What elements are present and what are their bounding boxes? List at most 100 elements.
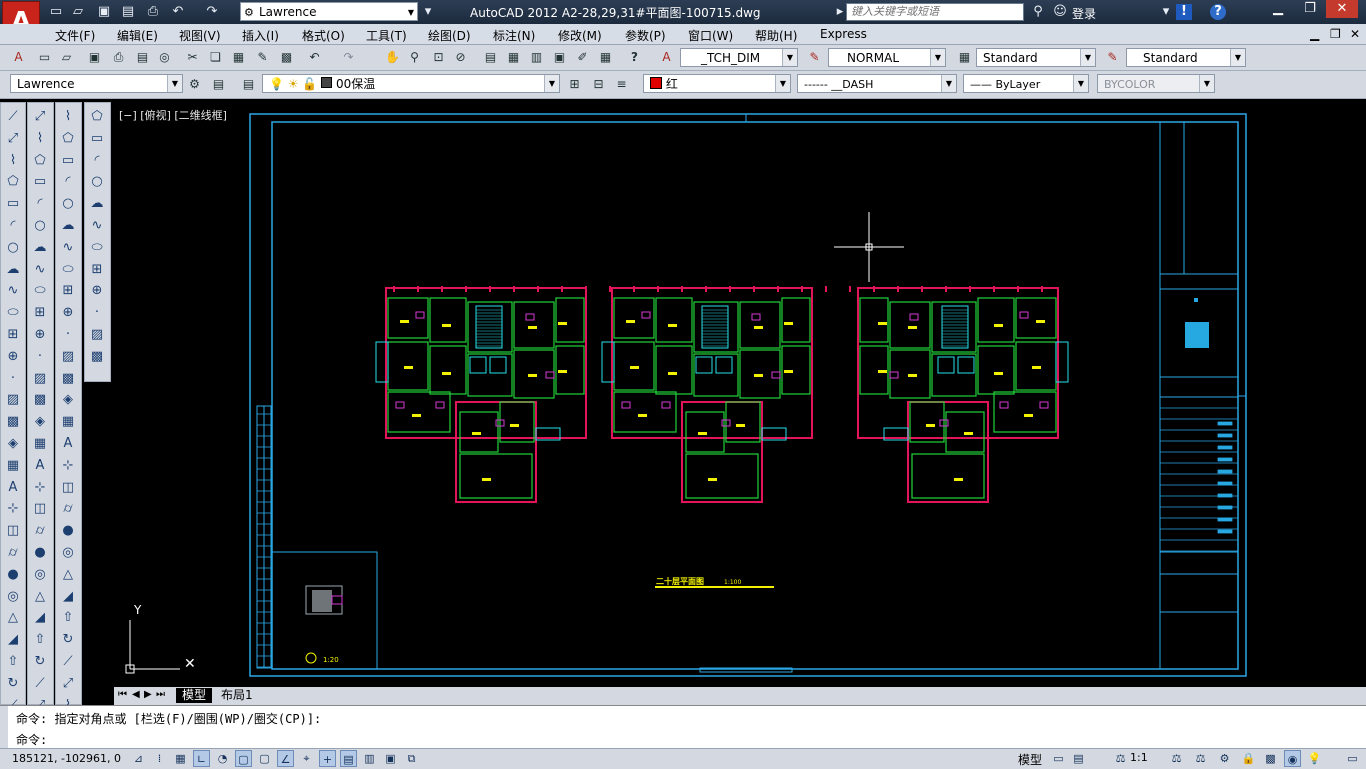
circle-icon[interactable]: ○ — [4, 239, 22, 257]
sphere-icon[interactable]: ● — [4, 566, 22, 584]
ellipse-icon[interactable]: ⬭ — [4, 304, 22, 322]
workspace-switch-icon[interactable]: ⚙ — [1216, 750, 1233, 767]
dimension-style-icon[interactable]: ✎ — [806, 49, 823, 66]
command-input[interactable] — [60, 729, 1354, 748]
construction-line-icon[interactable]: ⤢ — [59, 675, 77, 693]
dynamic-ucs-icon[interactable]: ⌖ — [298, 750, 315, 767]
paste-icon[interactable]: ▦ — [230, 49, 247, 66]
color-dropdown[interactable]: 红 ▼ — [643, 74, 791, 93]
lineweight-display-icon[interactable]: ▤ — [340, 750, 357, 767]
transparency-icon[interactable]: ▥ — [361, 750, 378, 767]
menu-parametric[interactable]: 参数(P) — [625, 27, 666, 44]
open-file-icon[interactable]: ▱ — [58, 49, 75, 66]
help-icon[interactable]: ? — [1210, 4, 1226, 20]
binoculars-icon[interactable]: ⚲ — [1030, 4, 1046, 20]
customize-icon[interactable]: ▤ — [210, 76, 227, 93]
quick-properties-icon[interactable]: ▣ — [382, 750, 399, 767]
redo-tb-icon[interactable]: ↷ — [340, 49, 357, 66]
spline-icon[interactable]: ∿ — [31, 261, 49, 279]
quickview-layouts-icon[interactable]: ▭ — [1050, 750, 1067, 767]
object-snap-icon[interactable]: ▢ — [235, 750, 252, 767]
user-icon[interactable]: ☺ — [1052, 4, 1068, 20]
extrude-icon[interactable]: ⇧ — [59, 609, 77, 627]
circle-icon[interactable]: ○ — [88, 173, 106, 191]
revolve-icon[interactable]: ↻ — [4, 675, 22, 693]
model-space-toggle[interactable]: 模型 — [1018, 751, 1042, 768]
revolve-icon[interactable]: ↻ — [31, 653, 49, 671]
lineweight-dropdown[interactable]: —— ByLayer ▼ — [963, 74, 1089, 93]
addselected-icon[interactable]: ⊹ — [59, 457, 77, 475]
arc-icon[interactable]: ◜ — [4, 217, 22, 235]
table-icon[interactable]: ▦ — [59, 413, 77, 431]
extrude-icon[interactable]: ⇧ — [31, 631, 49, 649]
hatch-icon[interactable]: ▨ — [59, 348, 77, 366]
revcloud-icon[interactable]: ☁ — [31, 239, 49, 257]
make-current-layer-icon[interactable]: ⊞ — [566, 76, 583, 93]
dim-style-dropdown[interactable]: _TCH_DIM ▼ — [680, 48, 798, 67]
extrude-icon[interactable]: ⇧ — [4, 653, 22, 671]
insert-block-icon[interactable]: ⊞ — [88, 261, 106, 279]
cylinder-icon[interactable]: ⌭ — [4, 544, 22, 562]
ellipse-icon[interactable]: ⬭ — [59, 261, 77, 279]
text-style-icon[interactable]: A — [658, 49, 675, 66]
revcloud-icon[interactable]: ☁ — [4, 261, 22, 279]
search-input[interactable] — [846, 3, 1024, 21]
region-icon[interactable]: ◈ — [31, 413, 49, 431]
region-icon[interactable]: ◈ — [4, 435, 22, 453]
make-block-icon[interactable]: ⊕ — [88, 282, 106, 300]
torus-icon[interactable]: ◎ — [4, 588, 22, 606]
addselected-icon[interactable]: ⊹ — [31, 479, 49, 497]
circle-icon[interactable]: ○ — [31, 217, 49, 235]
close-button[interactable]: ✕ — [1326, 0, 1358, 18]
design-center-icon[interactable]: ▦ — [505, 49, 522, 66]
toolbar-dropdown-icon[interactable]: ▾ — [420, 4, 436, 20]
mleader-style-dropdown[interactable]: Standard ▼ — [1126, 48, 1246, 67]
preview-icon[interactable]: ▤ — [134, 49, 151, 66]
hatch-icon[interactable]: ▨ — [31, 370, 49, 388]
annotation-visibility-icon[interactable]: ⚖ — [1168, 750, 1185, 767]
prev-tab-icon[interactable]: ◀ — [132, 689, 140, 700]
circle-icon[interactable]: ○ — [59, 195, 77, 213]
box-icon[interactable]: ◫ — [59, 479, 77, 497]
sphere-icon[interactable]: ● — [59, 522, 77, 540]
zoom-realtime-icon[interactable]: ⚲ — [406, 49, 423, 66]
menu-view[interactable]: 视图(V) — [179, 27, 221, 44]
zoom-window-icon[interactable]: ⊡ — [430, 49, 447, 66]
polygon-icon[interactable]: ⬠ — [88, 108, 106, 126]
box-icon[interactable]: ◫ — [4, 522, 22, 540]
revcloud-icon[interactable]: ☁ — [88, 195, 106, 213]
blockeditor-icon[interactable]: ▩ — [278, 49, 295, 66]
tab-layout1[interactable]: 布局1 — [215, 688, 259, 703]
drawing-area[interactable]: [−] [俯视] [二维线框] 1:20 二十层平面图 1:100 Y ✕ — [114, 102, 1364, 687]
region-icon[interactable]: ◈ — [59, 391, 77, 409]
rectangle-icon[interactable]: ▭ — [88, 130, 106, 148]
point-icon[interactable]: · — [88, 304, 106, 322]
cut-icon[interactable]: ✂ — [184, 49, 201, 66]
menu-edit[interactable]: 编辑(E) — [117, 27, 158, 44]
clean-screen-icon[interactable]: ▭ — [1344, 750, 1361, 767]
workspace-combo[interactable]: Lawrence ▼ — [10, 74, 183, 93]
polar-tracking-icon[interactable]: ◔ — [214, 750, 231, 767]
doc-restore-icon[interactable]: ❐ — [1330, 27, 1341, 41]
spline-icon[interactable]: ∿ — [4, 282, 22, 300]
polyline-icon[interactable]: ⌇ — [4, 152, 22, 170]
construction-line-icon[interactable]: ⤢ — [4, 130, 22, 148]
gradient-icon[interactable]: ▩ — [59, 370, 77, 388]
addselected-icon[interactable]: ⊹ — [4, 500, 22, 518]
wedge-icon[interactable]: ◢ — [4, 631, 22, 649]
mleader-style-icon[interactable]: ✎ — [1104, 49, 1121, 66]
redo-icon[interactable]: ↷ — [204, 4, 220, 20]
pyramid-icon[interactable]: △ — [31, 588, 49, 606]
make-block-icon[interactable]: ⊕ — [31, 326, 49, 344]
menu-help[interactable]: 帮助(H) — [755, 27, 797, 44]
arc-icon[interactable]: ◜ — [31, 195, 49, 213]
doc-close-icon[interactable]: ✕ — [1350, 27, 1360, 41]
mtext-icon[interactable]: A — [59, 435, 77, 453]
layer-manager-icon[interactable]: ▤ — [240, 76, 257, 93]
make-block-icon[interactable]: ⊕ — [59, 304, 77, 322]
selection-cycling-icon[interactable]: ⧉ — [403, 750, 420, 767]
menu-tools[interactable]: 工具(T) — [366, 27, 407, 44]
new-file-icon[interactable]: ▭ — [36, 49, 53, 66]
spline-icon[interactable]: ∿ — [59, 239, 77, 257]
quickview-drawings-icon[interactable]: ▤ — [1070, 750, 1087, 767]
